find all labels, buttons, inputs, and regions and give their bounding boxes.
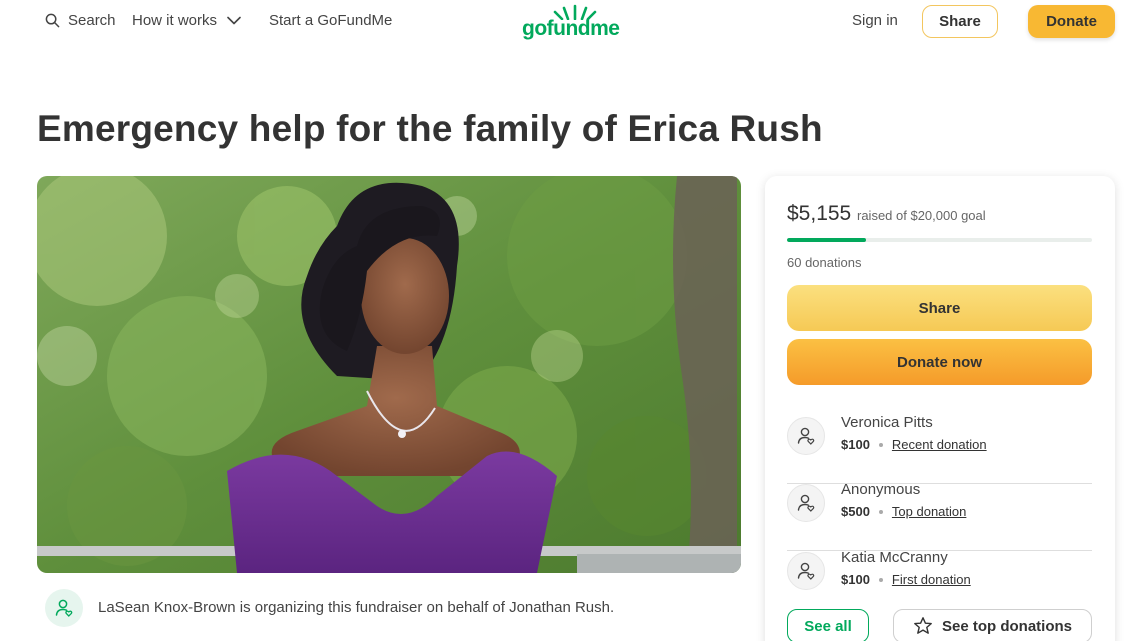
donor-item: Anonymous $500 Top donation (787, 481, 1092, 551)
header-donate-button[interactable]: Donate (1028, 5, 1115, 38)
search-label: Search (68, 12, 116, 29)
organizer-text: LaSean Knox-Brown is organizing this fun… (98, 599, 615, 616)
donor-meta: $500 Top donation (841, 504, 966, 519)
donor-avatar (787, 552, 825, 590)
donation-type-link[interactable]: Recent donation (892, 437, 987, 452)
donation-type-link[interactable]: First donation (892, 572, 971, 587)
see-all-button[interactable]: See all (787, 609, 869, 641)
search-icon (45, 13, 60, 28)
progress-fill (787, 238, 866, 242)
card-share-button[interactable]: Share (787, 285, 1092, 331)
donor-meta: $100 Recent donation (841, 437, 987, 452)
chevron-down-icon (227, 16, 241, 25)
separator-dot (878, 442, 883, 447)
donation-card: $5,155 raised of $20,000 goal 60 donatio… (765, 176, 1115, 641)
raised-amount: $5,155 (787, 202, 852, 225)
star-icon (914, 617, 932, 634)
user-heart-icon (797, 494, 815, 512)
start-gofundme-link[interactable]: Start a GoFundMe (269, 12, 392, 29)
user-heart-icon (797, 562, 815, 580)
separator-dot (878, 509, 883, 514)
donor-amount: $500 (841, 504, 870, 519)
donor-name: Katia McCranny (841, 549, 948, 566)
donor-item: Veronica Pitts $100 Recent donation (787, 414, 1092, 484)
donation-type-link[interactable]: Top donation (892, 504, 966, 519)
header-share-button[interactable]: Share (922, 5, 998, 38)
donor-name: Veronica Pitts (841, 414, 933, 431)
search-link[interactable]: Search (45, 12, 116, 29)
organizer-avatar (45, 589, 83, 627)
goal-text: raised of $20,000 goal (857, 208, 986, 223)
campaign-title: Emergency help for the family of Erica R… (37, 108, 823, 149)
logo-text: gofundme (522, 17, 620, 40)
separator-dot (878, 577, 883, 582)
gofundme-page: Search How it works Start a GoFundMe gof… (0, 0, 1140, 641)
donor-avatar (787, 484, 825, 522)
how-it-works-label: How it works (132, 12, 218, 29)
user-heart-icon (55, 599, 73, 617)
user-heart-icon (797, 427, 815, 445)
donor-amount: $100 (841, 437, 870, 452)
sign-in-link[interactable]: Sign in (852, 12, 898, 29)
donor-avatar (787, 417, 825, 455)
donor-amount: $100 (841, 572, 870, 587)
top-nav: Search How it works Start a GoFundMe gof… (0, 0, 1140, 50)
see-top-donations-label: See top donations (941, 617, 1072, 635)
see-top-donations-button[interactable]: See top donations (893, 609, 1092, 641)
how-it-works-menu[interactable]: How it works (132, 12, 241, 29)
donations-count: 60 donations (787, 255, 862, 270)
progress-bar (787, 238, 1092, 242)
donor-name: Anonymous (841, 481, 921, 498)
gofundme-logo[interactable]: gofundme (522, 4, 630, 42)
donor-meta: $100 First donation (841, 572, 971, 587)
donate-now-button[interactable]: Donate now (787, 339, 1092, 385)
campaign-photo-illustration (37, 176, 741, 573)
campaign-photo[interactable] (37, 176, 741, 573)
